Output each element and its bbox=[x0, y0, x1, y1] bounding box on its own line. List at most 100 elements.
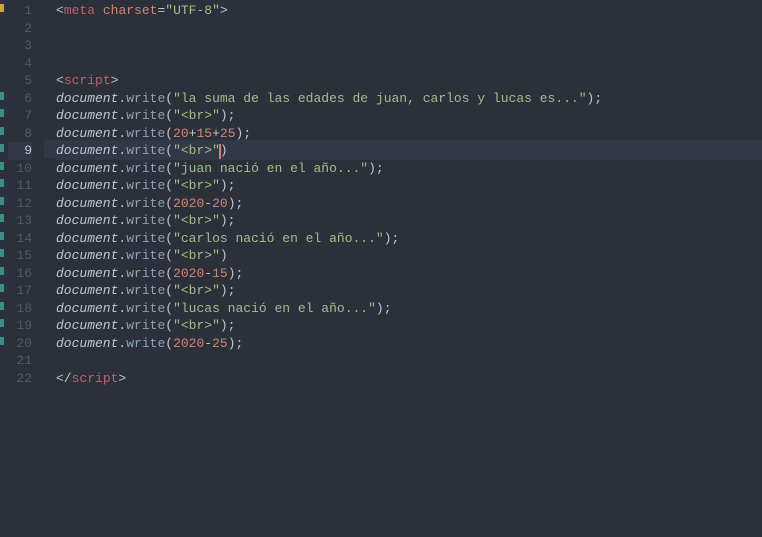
gutter-mark bbox=[0, 249, 4, 257]
line-number: 22 bbox=[8, 370, 32, 388]
line-number: 10 bbox=[8, 160, 32, 178]
token-punct: ); bbox=[220, 108, 236, 123]
code-line[interactable]: <script> bbox=[56, 72, 762, 90]
gutter-mark bbox=[0, 162, 4, 170]
token-punct: > bbox=[220, 3, 228, 18]
token-ident: document bbox=[56, 178, 118, 193]
token-method: write bbox=[126, 301, 165, 316]
code-line[interactable]: document.write("juan nació en el año..."… bbox=[56, 160, 762, 178]
token-string: "<br>" bbox=[173, 213, 220, 228]
line-number: 20 bbox=[8, 335, 32, 353]
line-number: 7 bbox=[8, 107, 32, 125]
code-line[interactable]: document.write("<br>") bbox=[56, 142, 762, 160]
token-punct: ( bbox=[165, 336, 173, 351]
line-number: 17 bbox=[8, 282, 32, 300]
code-line[interactable]: document.write("<br>"); bbox=[56, 317, 762, 335]
token-punct: ); bbox=[384, 231, 400, 246]
token-ident: document bbox=[56, 231, 118, 246]
token-punct: ); bbox=[228, 336, 244, 351]
token-punct: ); bbox=[236, 126, 252, 141]
token-punct: ( bbox=[165, 108, 173, 123]
code-line[interactable] bbox=[56, 55, 762, 73]
token-string: "juan nació en el año..." bbox=[173, 161, 368, 176]
token-punct: ( bbox=[165, 231, 173, 246]
code-line[interactable] bbox=[56, 352, 762, 370]
code-line[interactable]: document.write("<br>") bbox=[56, 247, 762, 265]
token-string: "<br>" bbox=[173, 143, 220, 158]
token-punct: ( bbox=[165, 91, 173, 106]
token-punct: ( bbox=[165, 266, 173, 281]
token-punct: ( bbox=[165, 283, 173, 298]
token-punct: ); bbox=[228, 196, 244, 211]
gutter-mark bbox=[0, 109, 4, 117]
token-number: 20 bbox=[212, 196, 228, 211]
code-line[interactable] bbox=[56, 20, 762, 38]
gutter-mark bbox=[0, 232, 4, 240]
token-attr: charset bbox=[103, 3, 158, 18]
token-method: write bbox=[126, 143, 165, 158]
code-area[interactable]: <meta charset="UTF-8"><script>document.w… bbox=[44, 0, 762, 537]
code-line[interactable]: document.write("la suma de las edades de… bbox=[56, 90, 762, 108]
token-punct: ( bbox=[165, 126, 173, 141]
token-string: "la suma de las edades de juan, carlos y… bbox=[173, 91, 586, 106]
code-line[interactable]: document.write("<br>"); bbox=[56, 212, 762, 230]
token-punct: ); bbox=[220, 178, 236, 193]
code-line[interactable]: document.write(2020-15); bbox=[56, 265, 762, 283]
token-punct: ( bbox=[165, 196, 173, 211]
token-tag: meta bbox=[64, 3, 95, 18]
token-punct: ) bbox=[220, 143, 228, 158]
token-string: "<br>" bbox=[173, 318, 220, 333]
token-punct: ( bbox=[165, 143, 173, 158]
code-line[interactable]: </script> bbox=[56, 370, 762, 388]
code-line[interactable]: document.write(2020-25); bbox=[56, 335, 762, 353]
gutter-mark bbox=[0, 302, 4, 310]
line-number: 18 bbox=[8, 300, 32, 318]
token-ident: document bbox=[56, 318, 118, 333]
code-line[interactable] bbox=[56, 37, 762, 55]
code-line[interactable]: <meta charset="UTF-8"> bbox=[56, 2, 762, 20]
token-punct bbox=[95, 3, 103, 18]
token-method: write bbox=[126, 336, 165, 351]
token-ident: document bbox=[56, 266, 118, 281]
token-ident: document bbox=[56, 126, 118, 141]
token-ident: document bbox=[56, 248, 118, 263]
token-string: "<br>" bbox=[173, 248, 220, 263]
line-number: 11 bbox=[8, 177, 32, 195]
token-punct: > bbox=[111, 73, 119, 88]
line-number: 3 bbox=[8, 37, 32, 55]
token-method: write bbox=[126, 178, 165, 193]
token-method: write bbox=[126, 266, 165, 281]
token-tag: script bbox=[72, 371, 119, 386]
token-number: 25 bbox=[220, 126, 236, 141]
line-number: 8 bbox=[8, 125, 32, 143]
code-line[interactable]: document.write("carlos nació en el año..… bbox=[56, 230, 762, 248]
token-punct: > bbox=[118, 371, 126, 386]
token-method: write bbox=[126, 213, 165, 228]
code-line[interactable]: document.write(2020-20); bbox=[56, 195, 762, 213]
token-op: - bbox=[204, 266, 212, 281]
code-line[interactable]: document.write("<br>"); bbox=[56, 177, 762, 195]
gutter-mark bbox=[0, 144, 4, 152]
token-tag: script bbox=[64, 73, 111, 88]
token-punct: ); bbox=[220, 318, 236, 333]
code-editor[interactable]: 12345678910111213141516171819202122 <met… bbox=[0, 0, 762, 537]
line-number: 15 bbox=[8, 247, 32, 265]
code-line[interactable]: document.write("<br>"); bbox=[56, 107, 762, 125]
code-line[interactable]: document.write("lucas nació en el año...… bbox=[56, 300, 762, 318]
token-punct: ( bbox=[165, 161, 173, 176]
line-number: 19 bbox=[8, 317, 32, 335]
line-number: 13 bbox=[8, 212, 32, 230]
gutter-mark bbox=[0, 284, 4, 292]
token-number: 20 bbox=[173, 126, 189, 141]
token-method: write bbox=[126, 318, 165, 333]
token-op: + bbox=[212, 126, 220, 141]
line-number: 6 bbox=[8, 90, 32, 108]
token-punct: ( bbox=[165, 301, 173, 316]
token-punct: ) bbox=[220, 248, 228, 263]
gutter-mark bbox=[0, 92, 4, 100]
token-number: 15 bbox=[212, 266, 228, 281]
code-line[interactable]: document.write("<br>"); bbox=[56, 282, 762, 300]
code-line[interactable]: document.write(20+15+25); bbox=[56, 125, 762, 143]
text-cursor bbox=[219, 144, 221, 159]
line-gutter: 12345678910111213141516171819202122 bbox=[0, 0, 44, 537]
